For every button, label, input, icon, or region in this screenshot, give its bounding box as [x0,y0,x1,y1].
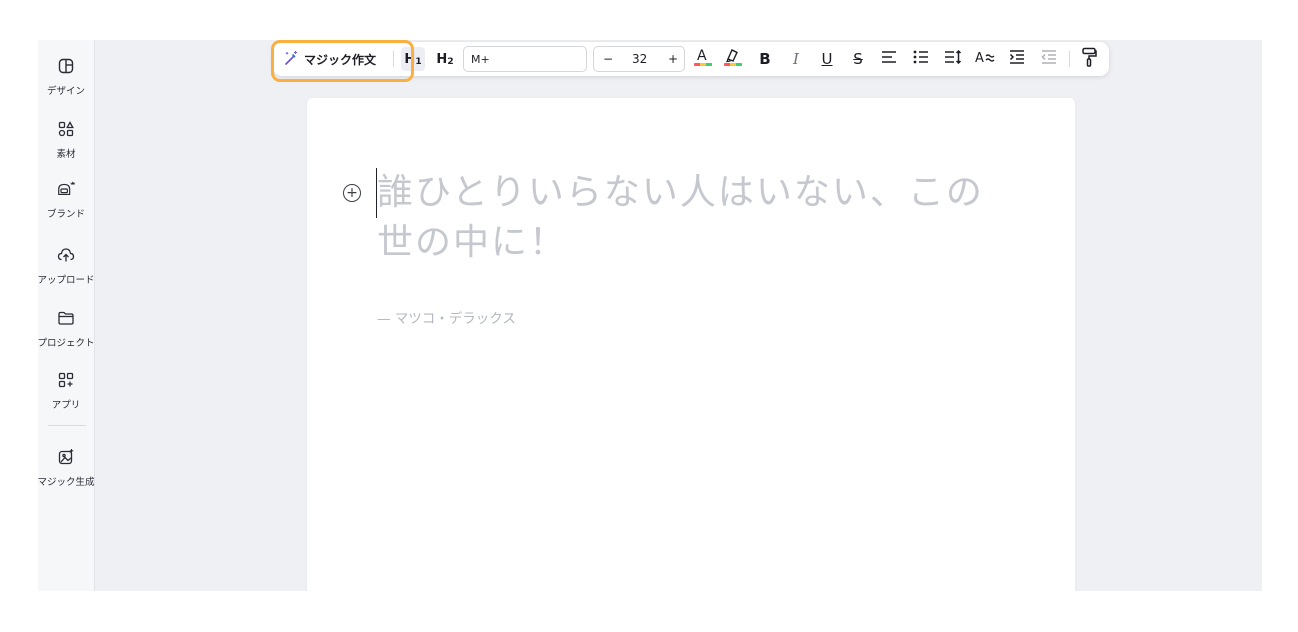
add-block-button[interactable]: + [343,184,361,202]
line-spacing-icon [944,49,962,68]
sidebar-item-label: ブランド [46,209,85,220]
sidebar: デザイン 素材 ブランド アップロード プロジェクト アプリ マジック生成 [38,40,95,591]
underline-icon: U [821,50,833,68]
sidebar-divider [48,425,86,426]
sidebar-item-elements[interactable]: 素材 [38,117,94,173]
sidebar-item-label: アップロード [38,275,95,286]
heading1-button[interactable]: H1 [401,47,425,71]
magic-write-label: マジック作文 [304,52,377,67]
sidebar-item-magic-media[interactable]: マジック生成 [38,445,95,501]
apps-icon [56,370,76,390]
strikethrough-button[interactable]: S [848,47,868,71]
align-button[interactable] [877,47,901,71]
bold-icon: B [759,50,771,68]
toolbar-divider [1069,51,1070,67]
bullet-list-icon [913,50,929,68]
elements-icon [56,119,76,139]
sidebar-item-label: アプリ [51,400,81,411]
font-family-value: M+ [471,52,490,66]
attribution-text[interactable]: — マツコ・デラックス [377,307,516,327]
italic-button[interactable]: I [786,47,806,71]
bullet-list-button[interactable] [909,47,933,71]
font-family-select[interactable]: M+ [463,46,587,72]
align-left-icon [881,50,897,68]
indent-icon [1009,49,1025,69]
h2-label: H [436,51,448,67]
font-size-value[interactable]: 32 [632,52,647,66]
sidebar-item-apps[interactable]: アプリ [38,368,94,424]
document-page[interactable]: + 誰ひとりいらない人はいない、この世の中に！ — マツコ・デラックス [307,98,1075,591]
sidebar-item-label: プロジェクト [38,338,95,349]
heading-text[interactable]: 誰ひとりいらない人はいない、この世の中に！ [377,168,997,268]
editor-app: デザイン 素材 ブランド アップロード プロジェクト アプリ マジック生成 + … [38,40,1262,591]
sidebar-item-projects[interactable]: プロジェクト [38,306,95,362]
svg-text:A: A [697,48,707,64]
format-painter-button[interactable] [1077,47,1101,71]
magic-wand-icon [283,50,304,69]
highlight-color-button[interactable] [721,47,745,71]
text-effects-icon: A [975,49,995,69]
sidebar-item-design[interactable]: デザイン [38,54,94,110]
highlighter-icon [723,46,743,72]
design-icon [56,56,76,76]
strikethrough-icon: S [853,50,863,68]
text-color-icon: A [693,46,713,72]
plus-icon: + [346,185,358,201]
indent-button[interactable] [1005,47,1029,71]
font-size-control: − 32 + [593,46,685,72]
text-toolbar: マジック作文 H1 H2 M+ − 32 + A B I U S A [273,42,1109,76]
sidebar-item-label: デザイン [46,86,85,97]
brand-icon [56,179,76,199]
text-effects-button[interactable]: A [973,47,997,71]
magic-media-icon [56,447,76,467]
magic-write-button[interactable]: マジック作文 [283,49,376,69]
font-size-decrease-button[interactable]: − [603,52,613,66]
font-size-increase-button[interactable]: + [668,52,678,66]
folder-icon [56,308,76,328]
toolbar-divider [393,51,394,67]
sidebar-item-brand[interactable]: ブランド [38,177,94,233]
sidebar-item-upload[interactable]: アップロード [38,243,95,299]
sidebar-item-label: マジック生成 [38,477,95,488]
outdent-icon [1041,49,1057,69]
paint-roller-icon [1081,47,1097,71]
bold-button[interactable]: B [755,47,775,71]
sidebar-item-label: 素材 [56,149,76,160]
upload-icon [56,245,76,265]
svg-text:A: A [975,51,984,65]
h1-sub: 1 [415,56,422,67]
heading2-button[interactable]: H2 [433,47,457,71]
h2-sub: 2 [447,56,454,67]
text-color-button[interactable]: A [691,47,715,71]
italic-icon: I [793,50,799,68]
h1-label: H [404,51,416,67]
line-spacing-button[interactable] [941,47,965,71]
underline-button[interactable]: U [817,47,837,71]
outdent-button[interactable] [1037,47,1061,71]
